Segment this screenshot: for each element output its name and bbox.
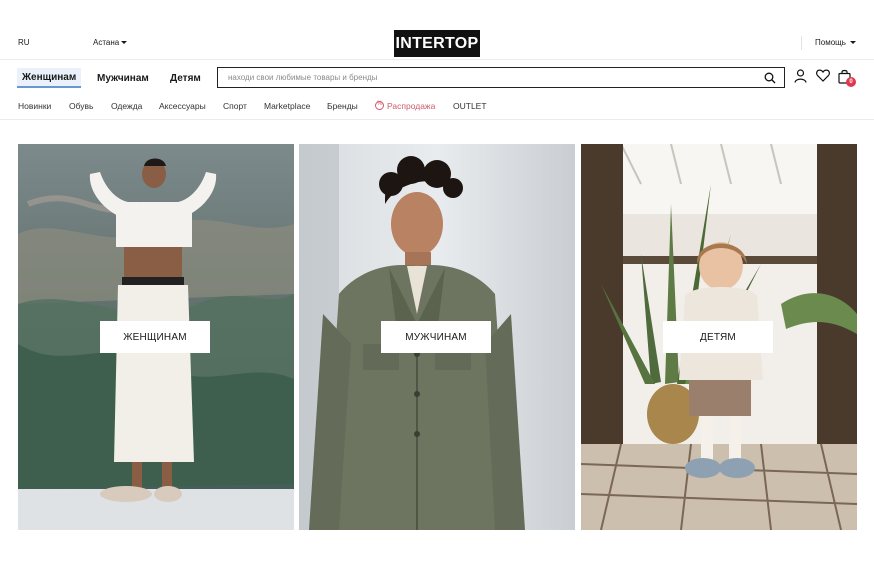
tile-label-men: МУЖЧИНАМ xyxy=(381,321,491,353)
language-switch[interactable]: RU xyxy=(18,38,30,47)
caret-down-icon xyxy=(850,41,857,45)
user-icon[interactable] xyxy=(794,69,807,88)
cart-count-badge: 0 xyxy=(846,77,856,87)
logo[interactable]: INTERTOP xyxy=(394,30,480,57)
tab-men[interactable]: Мужчинам xyxy=(92,68,154,88)
city-selector[interactable]: Астана xyxy=(93,38,128,47)
category-tile-women[interactable]: ЖЕНЩИНАМ xyxy=(18,144,294,530)
main-nav: Женщинам Мужчинам Детям xyxy=(0,61,874,91)
subnav-outlet[interactable]: OUTLET xyxy=(453,101,487,111)
help-label: Помощь xyxy=(815,38,846,47)
subnav-marketplace[interactable]: Marketplace xyxy=(264,101,310,111)
tab-kids[interactable]: Детям xyxy=(165,68,206,88)
divider xyxy=(801,36,802,50)
city-label: Астана xyxy=(93,38,120,47)
subnav-brands[interactable]: Бренды xyxy=(327,101,358,111)
search-icon[interactable] xyxy=(764,71,776,89)
tab-women[interactable]: Женщинам xyxy=(17,68,82,88)
caret-down-icon xyxy=(121,41,128,45)
subnav-new[interactable]: Новинки xyxy=(18,101,51,111)
tile-label-kids: ДЕТЯМ xyxy=(663,321,773,353)
tile-label-women: ЖЕНЩИНАМ xyxy=(100,321,210,353)
sub-nav: Новинки Обувь Одежда Аксессуары Спорт Ma… xyxy=(0,100,874,120)
subnav-sport[interactable]: Спорт xyxy=(223,101,247,111)
top-bar: RU Астана INTERTOP Помощь xyxy=(0,0,874,60)
category-tile-kids[interactable]: ДЕТЯМ xyxy=(581,144,857,530)
subnav-sale[interactable]: Распродажа xyxy=(375,101,435,111)
subnav-sale-label: Распродажа xyxy=(387,101,436,111)
search-input[interactable] xyxy=(228,73,748,82)
subnav-shoes[interactable]: Обувь xyxy=(69,101,94,111)
sale-icon xyxy=(375,101,384,110)
help-menu[interactable]: Помощь xyxy=(815,38,857,47)
subnav-clothing[interactable]: Одежда xyxy=(111,101,142,111)
subnav-accessories[interactable]: Аксессуары xyxy=(159,101,206,111)
search-box xyxy=(217,67,785,88)
heart-icon[interactable] xyxy=(816,69,830,87)
category-tile-men[interactable]: МУЖЧИНАМ xyxy=(299,144,575,530)
